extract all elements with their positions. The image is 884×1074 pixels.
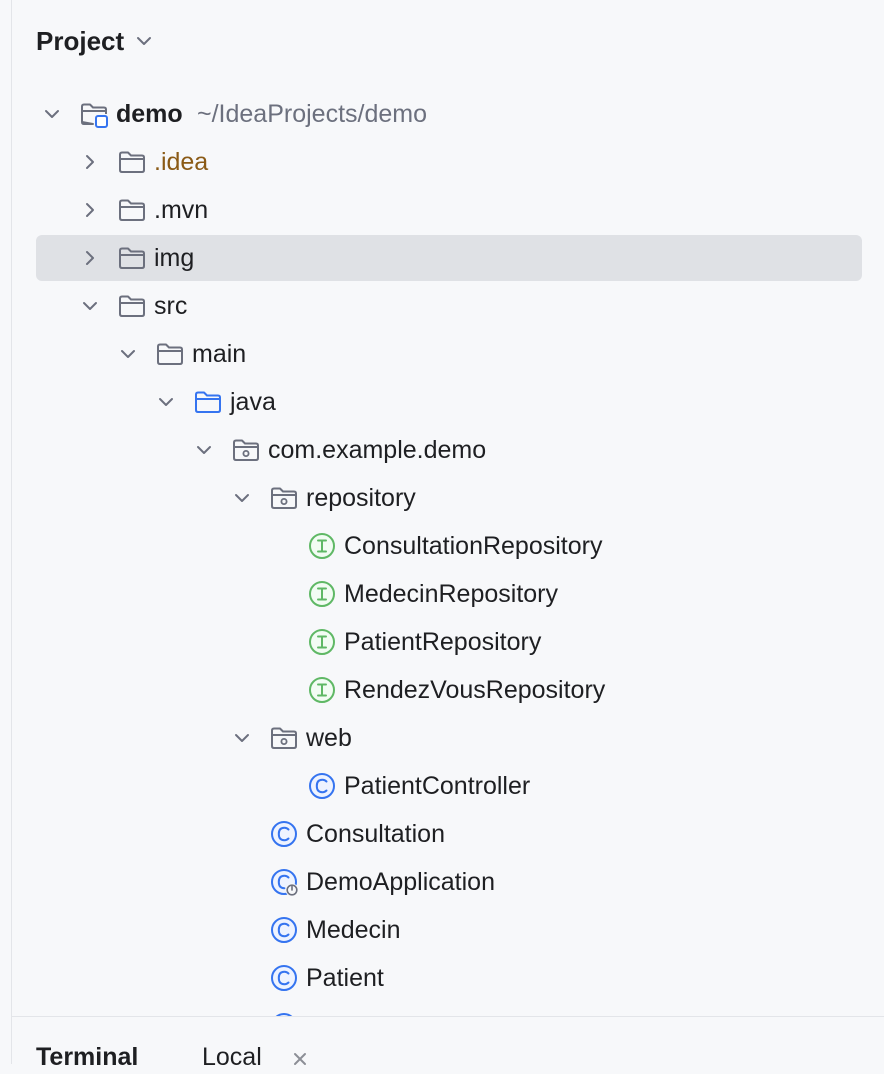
tree-row[interactable]: PatientController — [12, 762, 884, 810]
chevron-down-icon[interactable] — [232, 728, 252, 748]
chevron-down-icon[interactable] — [42, 104, 62, 124]
folder-icon — [155, 339, 185, 369]
bottom-tool-window-bar: Terminal Local — [12, 1016, 884, 1071]
tree-item-label: com.example.demo — [268, 436, 487, 464]
left-tool-strip — [0, 0, 12, 1064]
tree-item-label: web — [306, 724, 352, 752]
tree-item-label: PatientController — [344, 772, 531, 800]
folder-icon — [117, 147, 147, 177]
tree-row[interactable]: Patient — [12, 954, 884, 1002]
folder-icon — [117, 243, 147, 273]
tree-row[interactable]: src — [12, 282, 884, 330]
tree-item-label: java — [230, 388, 276, 416]
tree-row[interactable]: java — [12, 378, 884, 426]
project-panel-header[interactable]: Project — [36, 22, 154, 60]
class-icon — [269, 963, 299, 993]
tree-item-label: .mvn — [154, 196, 209, 224]
module-folder-icon — [79, 99, 109, 129]
tree-item-label: Patient — [306, 964, 384, 992]
folder-icon — [117, 195, 147, 225]
tree-row[interactable]: PatientRepository — [12, 618, 884, 666]
tree-row[interactable]: web — [12, 714, 884, 762]
tree-item-label: Medecin — [306, 916, 401, 944]
interface-icon — [307, 531, 337, 561]
chevron-down-icon[interactable] — [156, 392, 176, 412]
tree-row[interactable]: Consultation — [12, 810, 884, 858]
tree-item-label: Consultation — [306, 820, 445, 848]
tree-row[interactable]: img — [12, 234, 884, 282]
tree-row[interactable]: RendezVousRepository — [12, 666, 884, 714]
interface-icon — [307, 675, 337, 705]
tree-item-label: .idea — [154, 148, 209, 176]
tree-item-label: RendezVousRepository — [344, 676, 606, 704]
chevron-right-icon[interactable] — [80, 152, 100, 172]
tree-item-label: img — [154, 244, 195, 272]
tree-row[interactable]: .idea — [12, 138, 884, 186]
chevron-down-icon[interactable] — [194, 440, 214, 460]
chevron-right-icon[interactable] — [80, 200, 100, 220]
tree-item-label: demo — [116, 100, 183, 128]
tab-local[interactable]: Local — [202, 1043, 262, 1072]
project-tree: demo ~/IdeaProjects/demo .idea .mvn img src ma… — [12, 90, 884, 1016]
tree-row[interactable] — [12, 1002, 884, 1016]
chevron-down-icon[interactable] — [118, 344, 138, 364]
tree-row[interactable]: DemoApplication — [12, 858, 884, 906]
chevron-down-icon[interactable] — [232, 488, 252, 508]
package-icon — [269, 723, 299, 753]
tree-item-label: src — [154, 292, 188, 320]
class-icon — [269, 915, 299, 945]
panel-title: Project — [36, 25, 125, 56]
tree-row[interactable]: ConsultationRepository — [12, 522, 884, 570]
spring-class-icon — [269, 867, 299, 897]
close-icon[interactable] — [290, 1049, 310, 1069]
tree-item-label: MedecinRepository — [344, 580, 558, 608]
project-panel: Project demo ~/IdeaProjects/demo .idea .mvn… — [12, 0, 884, 1016]
package-icon — [231, 435, 261, 465]
chevron-right-icon[interactable] — [80, 248, 100, 268]
tree-item-label: repository — [306, 484, 416, 512]
tree-item-path-hint: ~/IdeaProjects/demo — [197, 100, 427, 128]
chevron-down-icon[interactable] — [134, 31, 154, 51]
tree-item-label: main — [192, 340, 247, 368]
tree-row[interactable]: Medecin — [12, 906, 884, 954]
tree-row[interactable]: .mvn — [12, 186, 884, 234]
tree-item-label: ConsultationRepository — [344, 532, 603, 560]
tree-row[interactable]: repository — [12, 474, 884, 522]
tree-row[interactable]: MedecinRepository — [12, 570, 884, 618]
tree-item-label: PatientRepository — [344, 628, 542, 656]
source-folder-icon — [193, 387, 223, 417]
class-icon — [269, 819, 299, 849]
tree-row[interactable]: demo ~/IdeaProjects/demo — [12, 90, 884, 138]
tree-row[interactable]: com.example.demo — [12, 426, 884, 474]
interface-icon — [307, 579, 337, 609]
class-icon — [307, 771, 337, 801]
interface-icon — [307, 627, 337, 657]
folder-icon — [117, 291, 147, 321]
tree-row[interactable]: main — [12, 330, 884, 378]
chevron-down-icon[interactable] — [80, 296, 100, 316]
tree-item-label: DemoApplication — [306, 868, 495, 896]
terminal-title[interactable]: Terminal — [36, 1043, 138, 1072]
package-icon — [269, 483, 299, 513]
